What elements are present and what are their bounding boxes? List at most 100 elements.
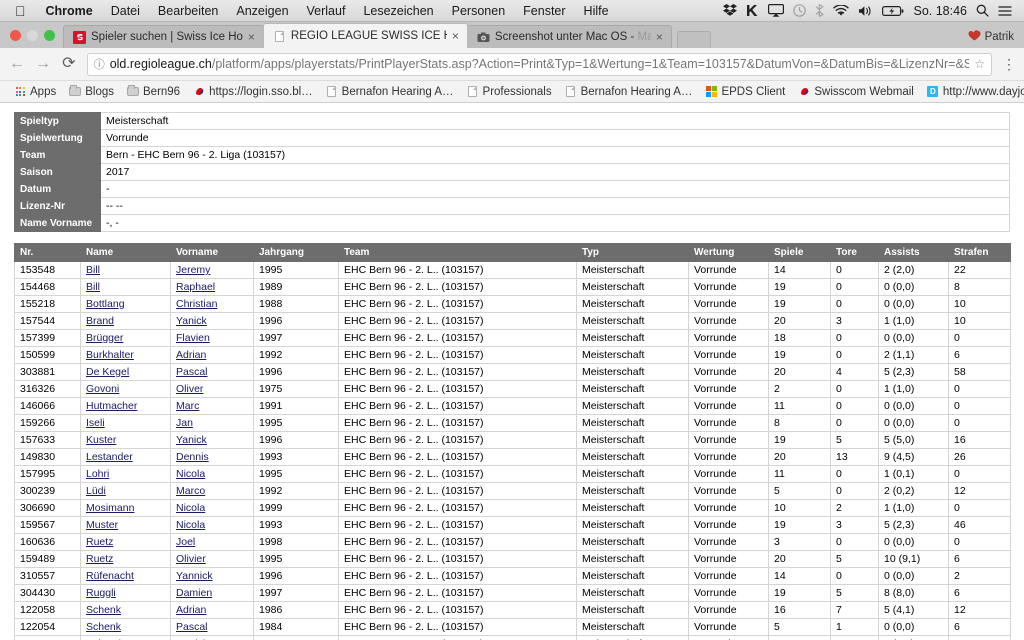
player-name-link[interactable]: Brand [86, 315, 114, 327]
player-vorname-link[interactable]: Yanick [176, 434, 207, 446]
menu-item-anzeigen[interactable]: Anzeigen [227, 4, 297, 18]
player-vorname-link[interactable]: Damien [176, 587, 212, 599]
player-name-link[interactable]: Bill [86, 264, 100, 276]
window-zoom-button[interactable] [44, 29, 55, 41]
column-header-assists[interactable]: Assists [878, 243, 949, 262]
kite-icon[interactable] [746, 4, 759, 17]
player-vorname-link[interactable]: Nicola [176, 502, 205, 514]
browser-tab-2-close-icon[interactable]: × [452, 30, 461, 42]
menu-item-fenster[interactable]: Fenster [514, 4, 574, 18]
menu-item-lesezeichen[interactable]: Lesezeichen [354, 4, 442, 18]
player-name-link[interactable]: Iseli [86, 417, 105, 429]
info-icon[interactable]: ⓘ [94, 56, 105, 72]
forward-button[interactable]: → [35, 56, 51, 72]
player-name-link[interactable]: Schenk [86, 621, 121, 633]
browser-tab-1[interactable]: Spieler suchen | Swiss Ice Ho × [63, 25, 264, 48]
column-header-strafen[interactable]: Strafen [948, 243, 1011, 262]
player-name-link[interactable]: Ruggli [86, 587, 116, 599]
dropbox-icon[interactable] [723, 4, 738, 17]
bookmark-item-blogs[interactable]: Blogs [63, 84, 120, 100]
chrome-menu-button[interactable]: ⋮ [1002, 57, 1016, 70]
bookmark-item-professionals[interactable]: Professionals [461, 84, 558, 100]
menu-item-personen[interactable]: Personen [443, 4, 515, 18]
column-header-vorname[interactable]: Vorname [170, 243, 254, 262]
player-vorname-link[interactable]: Marc [176, 400, 199, 412]
window-minimize-button[interactable] [27, 29, 38, 41]
player-name-link[interactable]: Kuster [86, 434, 116, 446]
player-name-link[interactable]: Hutmacher [86, 400, 137, 412]
menu-item-hilfe[interactable]: Hilfe [575, 4, 618, 18]
column-header-jahrgang[interactable]: Jahrgang [253, 243, 339, 262]
player-vorname-link[interactable]: Nicola [176, 468, 205, 480]
player-vorname-link[interactable]: Oliver [176, 383, 203, 395]
menu-item-bearbeiten[interactable]: Bearbeiten [149, 4, 227, 18]
player-name-link[interactable]: Bottlang [86, 298, 125, 310]
address-bar[interactable]: ⓘ old.regioleague.ch/platform/apps/playe… [86, 52, 992, 76]
player-name-link[interactable]: Burkhalter [86, 349, 134, 361]
player-name-link[interactable]: De Kegel [86, 366, 129, 378]
menu-item-verlauf[interactable]: Verlauf [298, 4, 355, 18]
player-vorname-link[interactable]: Dennis [176, 451, 209, 463]
player-name-link[interactable]: Rüfenacht [86, 570, 134, 582]
player-vorname-link[interactable]: Adrian [176, 604, 206, 616]
player-vorname-link[interactable]: Raphael [176, 281, 215, 293]
column-header-typ[interactable]: Typ [576, 243, 689, 262]
player-vorname-link[interactable]: Marco [176, 485, 205, 497]
apple-menu-icon[interactable]:  [6, 4, 37, 18]
volume-icon[interactable] [858, 5, 873, 17]
player-vorname-link[interactable]: Christian [176, 298, 217, 310]
column-header-name[interactable]: Name [80, 243, 171, 262]
new-tab-button[interactable] [676, 31, 712, 48]
browser-tab-1-close-icon[interactable]: × [248, 31, 257, 43]
player-name-link[interactable]: Lüdi [86, 485, 106, 497]
bluetooth-icon[interactable] [815, 4, 825, 17]
player-name-link[interactable]: Lestander [86, 451, 133, 463]
bookmark-item-bernafon-hearing-a[interactable]: Bernafon Hearing A… [320, 84, 460, 100]
player-name-link[interactable]: Lohri [86, 468, 109, 480]
profile-indicator[interactable]: Patrik [968, 30, 1024, 48]
player-vorname-link[interactable]: Yannick [176, 570, 213, 582]
spotlight-search-icon[interactable] [976, 4, 989, 17]
player-name-link[interactable]: Ruetz [86, 536, 113, 548]
menu-bar-clock[interactable]: So. 18:46 [913, 4, 967, 18]
bookmark-item-login-sso[interactable]: https://login.sso.bl… [187, 84, 319, 100]
player-name-link[interactable]: Muster [86, 519, 118, 531]
bookmark-star-icon[interactable]: ☆ [974, 57, 985, 71]
player-vorname-link[interactable]: Olivier [176, 553, 206, 565]
bookmark-item-bern96[interactable]: Bern96 [121, 84, 186, 100]
timemachine-icon[interactable] [793, 4, 807, 17]
player-vorname-link[interactable]: Nicola [176, 519, 205, 531]
wifi-icon[interactable] [833, 4, 850, 17]
player-name-link[interactable]: Brügger [86, 332, 123, 344]
player-vorname-link[interactable]: Pascal [176, 621, 208, 633]
bookmark-item-dayjob[interactable]: D http://www.dayjob…. [921, 84, 1024, 100]
reload-button[interactable]: ⟳ [61, 56, 77, 72]
player-name-link[interactable]: Bill [86, 281, 100, 293]
column-header-nr[interactable]: Nr. [14, 243, 81, 262]
airplay-icon[interactable] [768, 4, 785, 17]
battery-charging-icon[interactable] [882, 5, 904, 17]
player-vorname-link[interactable]: Adrian [176, 349, 206, 361]
bookmark-item-apps[interactable]: Apps [8, 84, 62, 100]
player-vorname-link[interactable]: Flavien [176, 332, 210, 344]
bookmark-item-epds-client[interactable]: EPDS Client [699, 84, 791, 100]
bookmark-item-swisscom-webmail[interactable]: Swisscom Webmail [792, 84, 919, 100]
column-header-tore[interactable]: Tore [830, 243, 879, 262]
player-vorname-link[interactable]: Jan [176, 417, 193, 429]
browser-tab-3-close-icon[interactable]: × [656, 31, 665, 43]
player-vorname-link[interactable]: Yanick [176, 315, 207, 327]
player-vorname-link[interactable]: Jeremy [176, 264, 210, 276]
player-name-link[interactable]: Schenk [86, 604, 121, 616]
player-name-link[interactable]: Mosimann [86, 502, 134, 514]
menu-item-datei[interactable]: Datei [102, 4, 149, 18]
column-header-spiele[interactable]: Spiele [768, 243, 831, 262]
browser-tab-2[interactable]: REGIO LEAGUE SWISS ICE HO × [262, 23, 468, 48]
player-vorname-link[interactable]: Joel [176, 536, 195, 548]
menu-item-chrome[interactable]: Chrome [37, 4, 102, 18]
window-close-button[interactable] [10, 29, 21, 41]
bookmark-item-bernafon-hearing-b[interactable]: Bernafon Hearing A… [559, 84, 699, 100]
notification-center-icon[interactable] [998, 5, 1012, 17]
player-name-link[interactable]: Govoni [86, 383, 119, 395]
column-header-wertung[interactable]: Wertung [688, 243, 769, 262]
column-header-team[interactable]: Team [338, 243, 577, 262]
